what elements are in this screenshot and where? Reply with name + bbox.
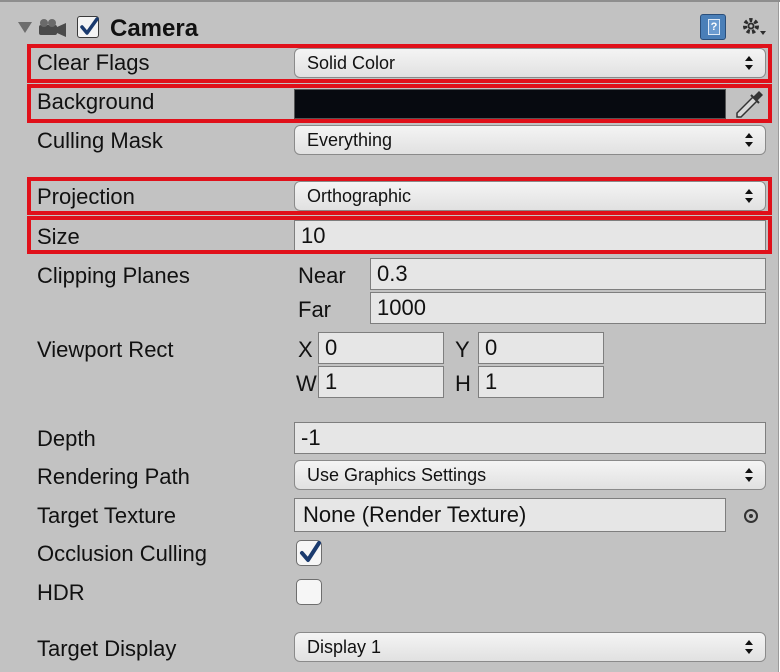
culling-mask-label: Culling Mask [37,128,163,153]
viewport-x-label: X [298,337,313,362]
culling-mask-dropdown[interactable]: Everything [294,125,766,155]
rendering-path-label: Rendering Path [37,464,190,489]
culling-mask-value: Everything [307,130,393,150]
component-header: Camera ? [0,4,778,46]
help-icon[interactable]: ? [700,14,726,40]
depth-label: Depth [37,426,96,451]
dropdown-arrows-icon [745,133,753,147]
top-divider [0,0,780,2]
target-display-label: Target Display [37,636,177,661]
far-field[interactable]: 1000 [370,292,766,324]
rendering-path-dropdown[interactable]: Use Graphics Settings [294,460,766,490]
viewport-y-label: Y [455,337,470,362]
target-display-value: Display 1 [307,637,382,657]
highlight-projection [27,177,772,215]
viewport-h-field[interactable]: 1 [478,366,604,398]
viewport-w-field[interactable]: 1 [318,366,444,398]
gear-icon[interactable] [740,15,768,39]
occlusion-culling-checkbox[interactable] [296,540,322,566]
viewport-x-field[interactable]: 0 [318,332,444,364]
clipping-planes-label: Clipping Planes [37,263,190,288]
viewport-y-field[interactable]: 0 [478,332,604,364]
component-enabled-checkbox[interactable] [77,16,99,38]
foldout-arrow-icon[interactable] [18,22,32,33]
far-label: Far [298,297,331,322]
viewport-h-label: H [455,371,471,396]
depth-field[interactable]: -1 [294,422,766,454]
viewport-w-label: W [296,371,317,396]
occlusion-culling-label: Occlusion Culling [37,541,207,566]
component-title: Camera [110,15,199,42]
highlight-size [27,216,772,254]
highlight-clear-flags [27,44,772,83]
hdr-checkbox[interactable] [296,579,322,605]
rendering-path-value: Use Graphics Settings [307,465,487,485]
dropdown-arrows-icon [745,468,753,482]
hdr-label: HDR [37,580,85,605]
viewport-rect-label: Viewport Rect [37,337,174,362]
checkmark-icon [300,541,321,562]
target-texture-field[interactable]: None (Render Texture) [294,498,726,532]
dropdown-arrows-icon [745,640,753,654]
object-picker-icon[interactable] [744,509,758,523]
highlight-background [27,84,772,123]
checkmark-icon [80,17,99,35]
inspector-panel: Camera ? Clear Flags Solid Color Backgro… [0,0,780,672]
near-label: Near [298,263,346,288]
camera-icon [39,19,66,37]
target-display-dropdown[interactable]: Display 1 [294,632,766,662]
near-field[interactable]: 0.3 [370,258,766,290]
target-texture-label: Target Texture [37,503,177,528]
